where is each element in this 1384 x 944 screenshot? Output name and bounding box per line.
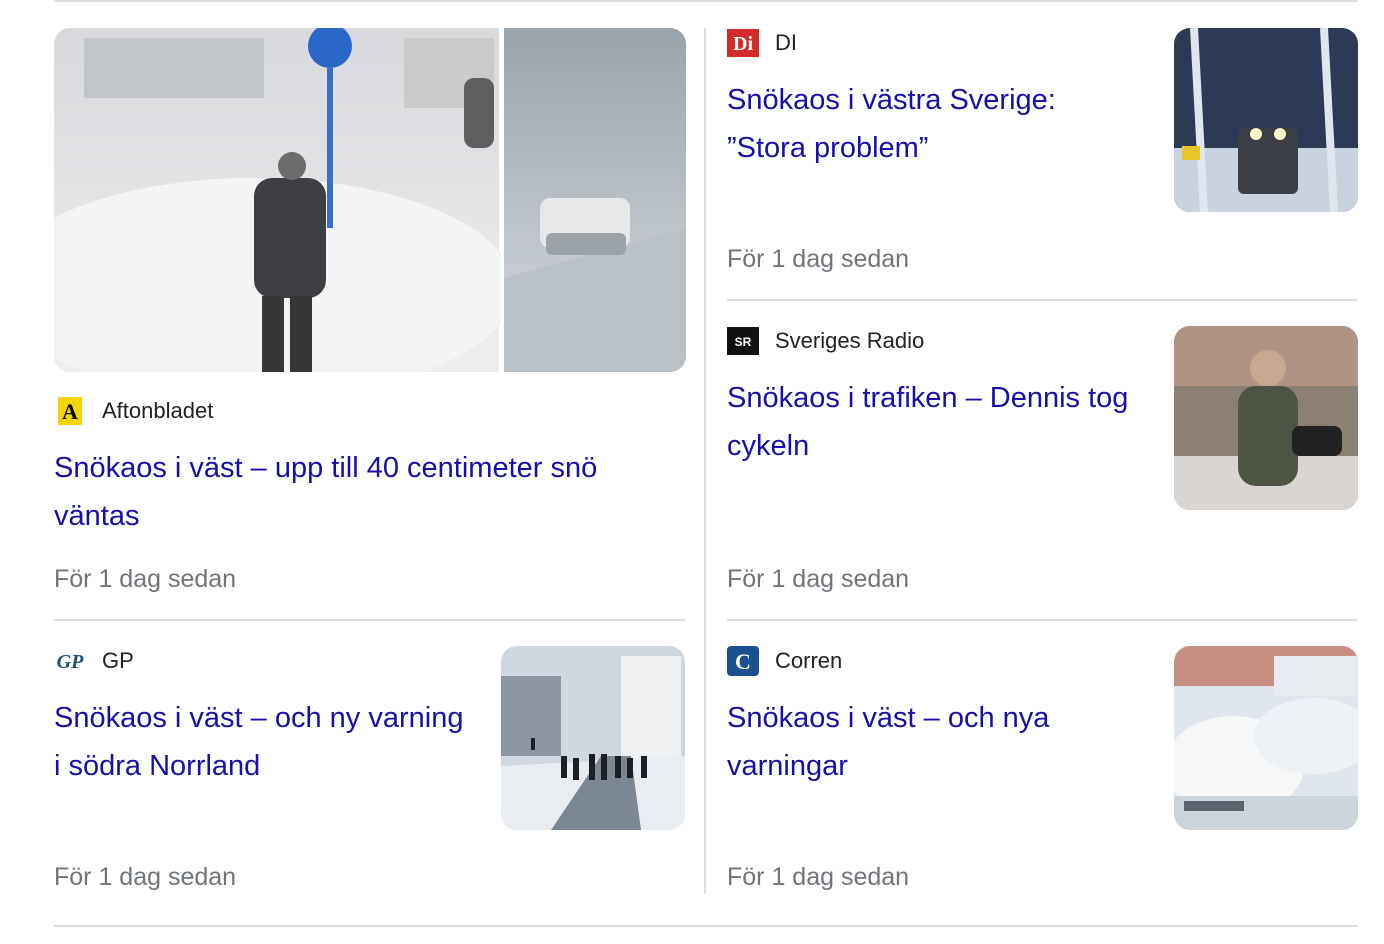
headline-link[interactable]: Snökaos i väst – och nya varningar bbox=[727, 694, 1137, 790]
snow-covered-cars-image[interactable] bbox=[1174, 646, 1358, 830]
news-card-di[interactable]: Di DI Snökaos i västra Sverige: ”Stora p… bbox=[727, 28, 1358, 288]
di-logo: Di bbox=[727, 29, 759, 57]
headline-link[interactable]: Snökaos i väst – upp till 40 centimeter … bbox=[54, 444, 674, 540]
timestamp: För 1 dag sedan bbox=[727, 863, 910, 891]
people-walking-snow-image[interactable] bbox=[501, 646, 685, 830]
svg-text:Di: Di bbox=[733, 33, 753, 55]
headline-link[interactable]: Snökaos i väst – och ny varning i södra … bbox=[54, 694, 474, 790]
news-card-gp[interactable]: GP GP Snökaos i väst – och ny varning i … bbox=[54, 646, 686, 906]
headline-link[interactable]: Snökaos i västra Sverige: ”Stora problem… bbox=[727, 76, 1137, 172]
divider-left bbox=[54, 619, 685, 621]
timestamp: För 1 dag sedan bbox=[54, 863, 237, 891]
top-divider bbox=[54, 0, 1358, 2]
divider-right-1 bbox=[727, 299, 1358, 301]
gp-logo: GP bbox=[54, 647, 86, 675]
news-card-sveriges-radio[interactable]: SR Sveriges Radio Snökaos i trafiken – D… bbox=[727, 326, 1358, 608]
source-name: GP bbox=[102, 648, 134, 673]
source-name: Sveriges Radio bbox=[775, 328, 925, 353]
snowstorm-pedestrian-image[interactable] bbox=[54, 28, 686, 372]
source-name: Aftonbladet bbox=[102, 398, 214, 423]
svg-text:GP: GP bbox=[57, 651, 84, 673]
aftonbladet-logo: A bbox=[54, 397, 86, 425]
source-name: Corren bbox=[775, 648, 843, 673]
timestamp: För 1 dag sedan bbox=[727, 245, 910, 273]
divider-right-2 bbox=[727, 619, 1358, 621]
svg-text:C: C bbox=[735, 649, 751, 674]
man-with-bike-image[interactable] bbox=[1174, 326, 1358, 510]
news-card-corren[interactable]: C Corren Snökaos i väst – och nya varnin… bbox=[727, 646, 1358, 906]
svg-text:A: A bbox=[62, 399, 78, 424]
sveriges-radio-logo: SR bbox=[727, 327, 759, 355]
corren-logo: C bbox=[727, 646, 759, 676]
timestamp: För 1 dag sedan bbox=[727, 565, 910, 593]
svg-text:SR: SR bbox=[735, 335, 752, 349]
timestamp: För 1 dag sedan bbox=[54, 565, 237, 593]
source-name: DI bbox=[775, 30, 797, 55]
bottom-divider bbox=[54, 925, 1358, 927]
snow-train-plow-image[interactable] bbox=[1174, 28, 1358, 212]
headline-link[interactable]: Snökaos i trafiken – Dennis tog cykeln bbox=[727, 374, 1147, 470]
news-card-aftonbladet[interactable]: A Aftonbladet Snökaos i väst – upp till … bbox=[54, 28, 686, 608]
column-divider bbox=[704, 28, 706, 894]
